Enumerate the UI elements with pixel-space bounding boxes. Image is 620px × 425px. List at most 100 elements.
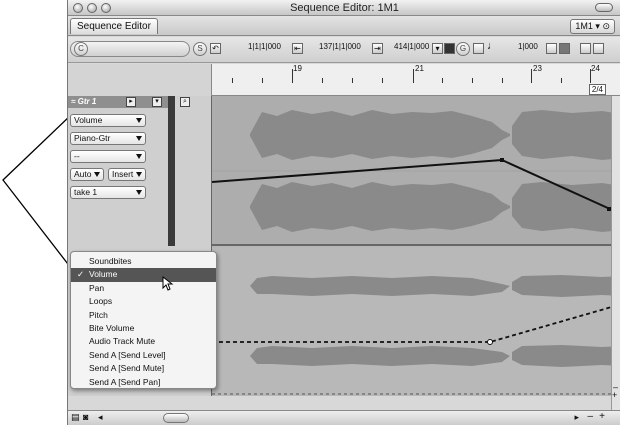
menu-item-loops[interactable]: Loops [71,295,216,308]
zoom-in-icon[interactable]: + [599,411,605,422]
tab-sequence-editor[interactable]: Sequence Editor [70,18,158,34]
waveform-view-1 [212,110,620,232]
ruler-tick [472,78,473,83]
ruler-tick [531,69,532,83]
instrument-select-value: Piano-Gtr [74,133,111,143]
ruler-tick [502,78,503,83]
instrument-select[interactable]: Piano-Gtr [70,132,146,145]
menu-item-send-a-level[interactable]: Send A [Send Level] [71,349,216,362]
chevron-down-icon [136,190,142,195]
catch-button[interactable]: C [74,42,88,56]
menu-item-send-a-mute[interactable]: Send A [Send Mute] [71,362,216,375]
ruler-tick [442,78,443,83]
take-select-value: take 1 [74,187,98,197]
view-option-checkbox-1[interactable] [546,43,557,54]
camera-icon[interactable]: ◙ [83,412,88,422]
list-view-icon[interactable]: ▤ [71,412,80,423]
mouse-pointer-shape [162,276,174,291]
volume-lane[interactable] [212,96,620,246]
ruler-tick [292,69,293,83]
menu-item-send-a-pan[interactable]: Send A [Send Pan] [71,376,216,389]
region-selector-label: 1M1 [575,21,593,31]
tab-bar: Sequence Editor 1M1 ▾ ⊙ [68,16,620,36]
menu-item-volume-label: Volume [89,269,118,280]
ruler-tick [382,78,383,83]
zoom-out-icon[interactable]: – [587,411,593,422]
menu-item-soundbites[interactable]: Soundbites [71,255,216,268]
menu-item-audio-track-mute[interactable]: Audio Track Mute [71,335,216,348]
level-meter [168,96,175,246]
scroll-button[interactable]: S [193,42,207,56]
chevron-down-icon [136,136,142,141]
start-position[interactable]: 1|1|1|000 [248,42,281,51]
menu-item-bite-volume[interactable]: Bite Volume [71,322,216,335]
channel-select[interactable]: -- [70,150,146,163]
note-icon: ♩ [487,40,498,52]
note-value[interactable]: 1|000 [518,42,538,51]
ruler-marker: 24 [591,64,600,73]
position-dropdown-button[interactable]: ▾ [432,43,443,54]
waveform-region [250,276,510,296]
waveform-region [250,346,510,366]
ruler-marker: 19 [293,64,302,73]
sequence-editor-window: Sequence Editor: 1M1 Sequence Editor 1M1… [67,0,620,425]
chevron-down-icon [136,118,142,123]
callout-line [2,114,72,269]
go-start-icon[interactable]: ⇤ [292,43,303,54]
catch-group [70,41,190,57]
play-icon[interactable]: ▸ [126,97,136,107]
menu-item-pan[interactable]: Pan [71,282,216,295]
horizontal-scrollbar[interactable]: ▤ ◙ ◂ ▸ – + [68,410,620,425]
automation-mode-value: Auto [74,169,92,179]
shield-icon [559,43,570,54]
automation-line-dashed[interactable] [212,303,620,343]
waveform-region [512,110,620,160]
current-position[interactable]: 137|1|1|000 [319,42,361,51]
menu-item-volume[interactable]: ✓ Volume [71,268,216,282]
timeline-ruler[interactable]: 19 21 23 24 2/4 [211,64,620,96]
grid-button[interactable]: G [456,42,470,56]
view-option-checkbox-2[interactable] [580,43,591,54]
checkmark-icon: ✓ [77,269,85,280]
undo-icon[interactable]: ↶ [210,43,221,54]
ruler-marker: 23 [533,64,542,73]
end-position[interactable]: 414|1|000 [394,42,429,51]
chevron-down-icon[interactable]: ▾ [152,97,162,107]
automation-node[interactable] [500,158,504,162]
track-lanes[interactable] [211,96,620,396]
zoom-indicator[interactable]: 2/4 [588,84,606,95]
snap-checkbox[interactable] [473,43,484,54]
chevron-down-icon [136,154,142,159]
play-circle-icon[interactable]: ⊙ [602,21,610,31]
scroll-right-icon[interactable]: ▸ [574,412,579,423]
ruler-tick [352,78,353,83]
ruler-tick [232,78,233,83]
ruler-tick [590,69,591,83]
second-lane[interactable] [212,248,620,396]
automation-mode-select[interactable]: Auto [70,168,104,181]
insert-select-value: Insert [112,169,134,179]
waveform-region [250,110,510,160]
region-selector[interactable]: 1M1 ▾ ⊙ [570,19,615,34]
window-title: Sequence Editor: 1M1 [290,2,399,14]
ruler-tick [322,78,323,83]
view-option-checkbox-3[interactable] [593,43,604,54]
scroll-thumb[interactable] [163,413,189,423]
track-name-label: Gtr 1 [77,97,97,106]
zoom-icon[interactable]: ⌕ [180,97,190,107]
record-icon[interactable] [444,43,455,54]
parameter-select[interactable]: Volume [70,114,146,127]
chevron-down-icon [136,172,142,177]
vertical-scrollbar[interactable]: + – [611,96,620,410]
zoom-out-icon[interactable]: – [613,382,618,392]
ruler-spacer [68,64,211,96]
transport-toolbar: C S ↶ 1|1|1|000 ⇤ 137|1|1|000 ⇥ 414|1|00… [68,37,620,63]
take-select[interactable]: take 1 [70,186,146,199]
title-bar: Sequence Editor: 1M1 [68,0,620,16]
scroll-left-icon[interactable]: ◂ [98,412,103,423]
toolbar-toggle-button[interactable] [595,3,613,12]
go-end-icon[interactable]: ⇥ [372,43,383,54]
insert-select[interactable]: Insert [108,168,146,181]
automation-node[interactable] [487,339,493,345]
menu-item-pitch[interactable]: Pitch [71,309,216,322]
